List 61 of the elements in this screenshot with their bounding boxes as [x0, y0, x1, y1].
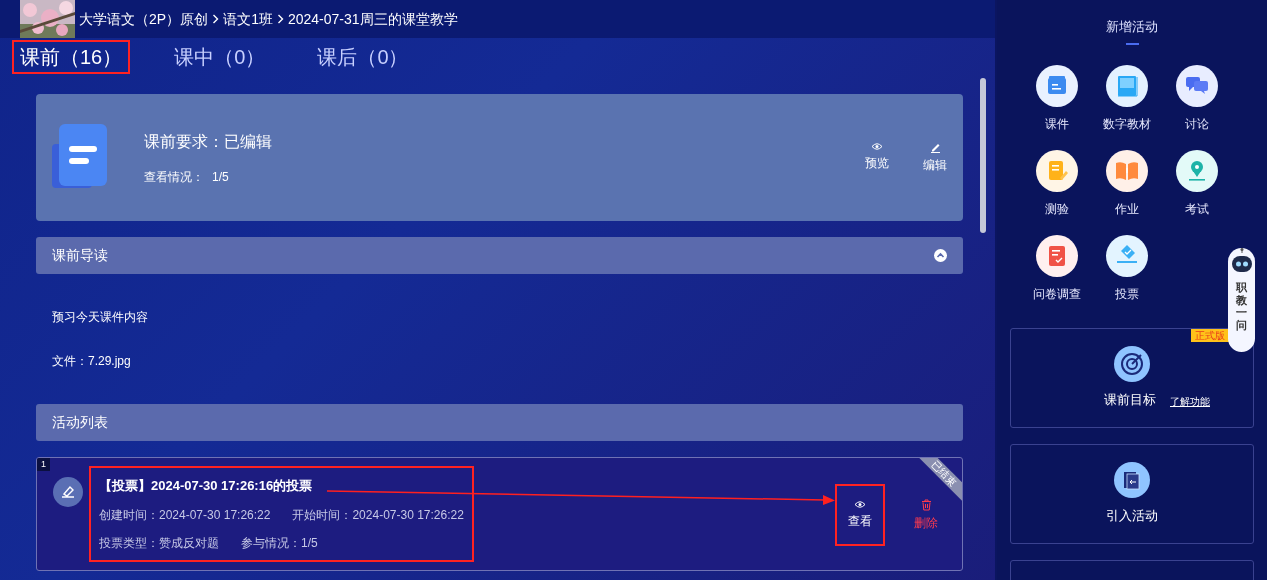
- document-icon: [52, 124, 107, 191]
- chat-bubbles-icon: [1176, 64, 1218, 107]
- field-text: 投票类型：赞成反对题: [99, 534, 219, 552]
- import-label: 引入活动: [1106, 506, 1158, 525]
- title-underline: [1125, 42, 1139, 45]
- learn-more-link[interactable]: 了解功能: [1170, 394, 1210, 410]
- activity-tile[interactable]: 数字教材: [1092, 64, 1162, 133]
- activity-tile[interactable]: 考试: [1162, 149, 1232, 218]
- trash-icon: [920, 498, 932, 511]
- vote-icon: [53, 477, 83, 507]
- book-icon: [1106, 64, 1148, 107]
- pencil-icon: [929, 141, 941, 153]
- activity-tile[interactable]: 讨论: [1162, 64, 1232, 133]
- folder-icon: [1036, 64, 1078, 107]
- goal-label: 课前目标: [1104, 390, 1156, 409]
- panel-title: 新增活动: [1105, 18, 1159, 36]
- chevron-icon: [276, 14, 284, 24]
- eye-icon: [854, 500, 866, 509]
- activity-tile[interactable]: 投票: [1092, 234, 1162, 303]
- eye-icon: [871, 141, 883, 151]
- import-card[interactable]: 引入活动: [1010, 443, 1254, 544]
- field-text: 参与情况：1/5: [241, 534, 318, 552]
- edit-button[interactable]: 编辑: [923, 141, 947, 174]
- import-icon: [1114, 461, 1150, 498]
- note-pencil-icon: [1036, 149, 1078, 192]
- tab[interactable]: 课中（0）: [168, 41, 272, 72]
- delete-button[interactable]: 删除: [903, 486, 949, 544]
- breadcrumb-item[interactable]: 2024-07-31周三的课堂教学: [287, 8, 458, 30]
- file-link[interactable]: 7.29.jpg: [88, 354, 131, 368]
- chevron-icon: [212, 14, 220, 24]
- guide-text: 预习今天课件内容: [51, 309, 149, 326]
- target-icon: [1114, 345, 1150, 382]
- view-label: 查看情况：: [144, 169, 204, 184]
- open-book-icon: [1106, 149, 1148, 192]
- collapse-icon[interactable]: [934, 249, 947, 262]
- activity-tile[interactable]: 问卷调查: [1022, 234, 1092, 303]
- breadcrumb-item[interactable]: 大学语文（2P）原创: [79, 8, 209, 30]
- breadcrumb-item[interactable]: 语文1班: [223, 8, 273, 30]
- activity-tile[interactable]: 课件: [1022, 64, 1092, 133]
- tab[interactable]: 课后（0）: [311, 41, 415, 72]
- field-text: 开始时间：2024-07-30 17:26:22: [292, 506, 464, 524]
- pen-nib-icon: [1176, 149, 1218, 192]
- index-badge: 1: [37, 458, 50, 471]
- field-text: 创建时间：2024-07-30 17:26:22: [99, 506, 271, 524]
- scrollbar[interactable]: [980, 78, 986, 233]
- ballot-icon: [1106, 234, 1148, 277]
- assistant-label: 职教一问: [1236, 281, 1247, 332]
- activity-title[interactable]: 【投票】2024-07-30 17:26:16的投票: [99, 476, 464, 496]
- section-title: 活动列表: [52, 413, 108, 432]
- activity-tile[interactable]: 测验: [1022, 149, 1092, 218]
- view-count: 1/5: [212, 169, 229, 184]
- activity-tile[interactable]: 作业: [1092, 149, 1162, 218]
- assistant-widget[interactable]: 职教一问: [1228, 248, 1255, 352]
- version-badge: 正式版: [1191, 328, 1229, 342]
- file-label: 文件：: [52, 354, 88, 368]
- section-title: 课前导读: [52, 246, 108, 265]
- preview-button[interactable]: 预览: [865, 141, 889, 174]
- view-button[interactable]: 查看: [837, 486, 883, 544]
- checklist-icon: [1036, 234, 1078, 277]
- requirement-title: 课前要求：已编辑: [144, 131, 273, 152]
- tab[interactable]: 课前（16）: [14, 41, 129, 72]
